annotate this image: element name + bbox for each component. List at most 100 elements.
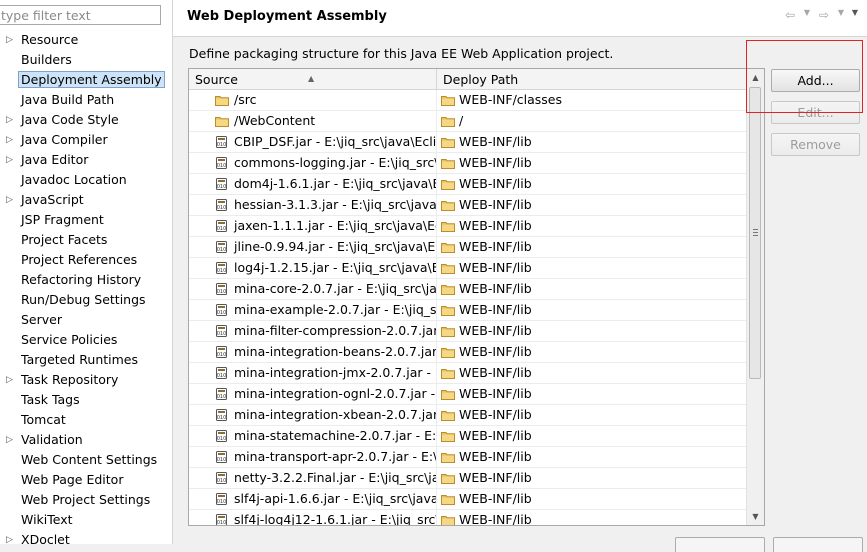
nav-item[interactable]: ▷ Resource	[0, 30, 172, 50]
source-cell: 010 slf4j-log4j12-1.6.1.jar - E:\jiq_src\	[189, 510, 437, 525]
column-header-source[interactable]: Source ▲	[189, 69, 437, 89]
forward-menu-icon[interactable]: ▼	[836, 8, 846, 26]
deploy-path-cell: WEB-INF/lib	[437, 174, 746, 194]
source-text: commons-logging.jar - E:\jiq_src\ja	[234, 155, 437, 170]
footer-button[interactable]	[675, 537, 765, 552]
back-menu-icon[interactable]: ▼	[802, 8, 812, 26]
table-row[interactable]: 010 jaxen-1.1.1.jar - E:\jiq_src\java\Ecl…	[189, 216, 746, 237]
table-row[interactable]: /WebContent /	[189, 111, 746, 132]
source-cell: 010 mina-core-2.0.7.jar - E:\jiq_src\java…	[189, 279, 437, 299]
nav-item[interactable]: Task Tags	[0, 390, 172, 410]
nav-item[interactable]: Web Project Settings	[0, 490, 172, 510]
svg-text:010: 010	[217, 310, 227, 316]
table-row[interactable]: 010 mina-filter-compression-2.0.7.jar - WE…	[189, 321, 746, 342]
nav-item[interactable]: Project Facets	[0, 230, 172, 250]
deploy-path-cell: WEB-INF/lib	[437, 405, 746, 425]
nav-item[interactable]: ▷ XDoclet	[0, 530, 172, 550]
nav-item-label: Java Build Path	[21, 92, 115, 107]
back-arrow-icon[interactable]: ⇦	[781, 8, 799, 26]
nav-item[interactable]: ▷ Java Code Style	[0, 110, 172, 130]
svg-text:010: 010	[217, 415, 227, 421]
nav-item[interactable]: ▷ Java Compiler	[0, 130, 172, 150]
table-row[interactable]: 010 mina-integration-jmx-2.0.7.jar - E:\j…	[189, 363, 746, 384]
scrollbar-thumb[interactable]	[749, 87, 761, 379]
expand-arrow-icon[interactable]: ▷	[6, 110, 16, 130]
nav-item[interactable]: WikiText	[0, 510, 172, 530]
jar-icon: 010	[216, 493, 227, 505]
svg-text:010: 010	[217, 499, 227, 505]
table-row[interactable]: 010 mina-integration-xbean-2.0.7.jar - WEB…	[189, 405, 746, 426]
source-text: mina-integration-xbean-2.0.7.jar -	[234, 407, 437, 422]
forward-arrow-icon[interactable]: ⇨	[815, 8, 833, 26]
vertical-scrollbar[interactable]: ▲ ▼	[746, 69, 764, 525]
deploy-path-text: WEB-INF/lib	[459, 281, 532, 296]
nav-item[interactable]: Refactoring History	[0, 270, 172, 290]
source-cell: /WebContent	[189, 111, 437, 131]
expand-arrow-icon[interactable]: ▷	[6, 530, 16, 550]
table-row[interactable]: 010 log4j-1.2.15.jar - E:\jiq_src\java\Ec…	[189, 258, 746, 279]
filter-input[interactable]	[0, 6, 159, 24]
expand-arrow-icon[interactable]: ▷	[6, 190, 16, 210]
table-header: Source ▲ Deploy Path	[189, 69, 746, 90]
view-menu-icon[interactable]: ▼	[849, 8, 861, 26]
deploy-path-cell: WEB-INF/lib	[437, 426, 746, 446]
deployment-assembly-table[interactable]: Source ▲ Deploy Path /src WEB-INF/classes…	[188, 68, 765, 526]
table-row[interactable]: 010 CBIP_DSF.jar - E:\jiq_src\java\Eclips…	[189, 132, 746, 153]
nav-item[interactable]: Deployment Assembly	[0, 70, 172, 90]
table-row[interactable]: 010 jline-0.9.94.jar - E:\jiq_src\java\Ec…	[189, 237, 746, 258]
nav-item[interactable]: Targeted Runtimes	[0, 350, 172, 370]
nav-item[interactable]: ▷ Task Repository	[0, 370, 172, 390]
nav-item[interactable]: JSP Fragment	[0, 210, 172, 230]
table-row[interactable]: 010 hessian-3.1.3.jar - E:\jiq_src\java\E…	[189, 195, 746, 216]
nav-item[interactable]: ▷ Java Editor	[0, 150, 172, 170]
nav-item[interactable]: Service Policies	[0, 330, 172, 350]
nav-item[interactable]: ▷ JavaScript	[0, 190, 172, 210]
nav-item[interactable]: Java Build Path	[0, 90, 172, 110]
footer-button[interactable]	[773, 537, 863, 552]
nav-item[interactable]: Server	[0, 310, 172, 330]
table-row[interactable]: 010 mina-transport-apr-2.0.7.jar - E:\jic…	[189, 447, 746, 468]
nav-item[interactable]: ▷ Validation	[0, 430, 172, 450]
table-row[interactable]: 010 slf4j-api-1.6.6.jar - E:\jiq_src\java…	[189, 489, 746, 510]
expand-arrow-icon[interactable]: ▷	[6, 150, 16, 170]
nav-item[interactable]: Javadoc Location	[0, 170, 172, 190]
expand-arrow-icon[interactable]: ▷	[6, 130, 16, 150]
scroll-down-icon[interactable]: ▼	[747, 508, 764, 525]
nav-item-label: Web Project Settings	[21, 492, 151, 507]
expand-arrow-icon[interactable]: ▷	[6, 370, 16, 390]
nav-item[interactable]: Web Page Editor	[0, 470, 172, 490]
nav-item[interactable]: Run/Debug Settings	[0, 290, 172, 310]
source-cell: 010 jaxen-1.1.1.jar - E:\jiq_src\java\Ecl…	[189, 216, 437, 236]
expand-arrow-icon[interactable]: ▷	[6, 430, 16, 450]
nav-item[interactable]: Project References	[0, 250, 172, 270]
nav-item[interactable]: Web Content Settings	[0, 450, 172, 470]
table-row[interactable]: 010 mina-integration-ognl-2.0.7.jar - E:\…	[189, 384, 746, 405]
svg-text:010: 010	[217, 331, 227, 337]
table-row[interactable]: 010 mina-integration-beans-2.0.7.jar - WEB…	[189, 342, 746, 363]
deploy-path-text: WEB-INF/lib	[459, 428, 532, 443]
table-row[interactable]: 010 dom4j-1.6.1.jar - E:\jiq_src\java\Ecl…	[189, 174, 746, 195]
source-cell: 010 commons-logging.jar - E:\jiq_src\ja	[189, 153, 437, 173]
folder-icon	[441, 516, 455, 525]
deploy-path-cell: WEB-INF/lib	[437, 153, 746, 173]
nav-item-label: Project References	[21, 252, 138, 267]
table-row[interactable]: 010 mina-statemachine-2.0.7.jar - E:\jiq W…	[189, 426, 746, 447]
nav-item[interactable]: Tomcat	[0, 410, 172, 430]
column-header-deploy-path[interactable]: Deploy Path	[437, 69, 746, 89]
deploy-path-text: WEB-INF/lib	[459, 365, 532, 380]
page-title: Web Deployment Assembly	[187, 9, 387, 24]
nav-item-label: Targeted Runtimes	[21, 352, 138, 367]
table-row[interactable]: 010 slf4j-log4j12-1.6.1.jar - E:\jiq_src\…	[189, 510, 746, 525]
jar-icon: 010	[216, 388, 227, 400]
table-row[interactable]: 010 mina-core-2.0.7.jar - E:\jiq_src\java…	[189, 279, 746, 300]
source-cell: 010 dom4j-1.6.1.jar - E:\jiq_src\java\Ecl…	[189, 174, 437, 194]
table-row[interactable]: 010 netty-3.2.2.Final.jar - E:\jiq_src\ja…	[189, 468, 746, 489]
table-row[interactable]: 010 mina-example-2.0.7.jar - E:\jiq_src\ W…	[189, 300, 746, 321]
filter-box	[0, 5, 161, 25]
expand-arrow-icon[interactable]: ▷	[6, 30, 16, 50]
deploy-path-text: WEB-INF/lib	[459, 470, 532, 485]
table-row[interactable]: /src WEB-INF/classes	[189, 90, 746, 111]
table-row[interactable]: 010 commons-logging.jar - E:\jiq_src\ja WE…	[189, 153, 746, 174]
remove-button[interactable]: Remove	[771, 133, 860, 156]
nav-item[interactable]: Builders	[0, 50, 172, 70]
